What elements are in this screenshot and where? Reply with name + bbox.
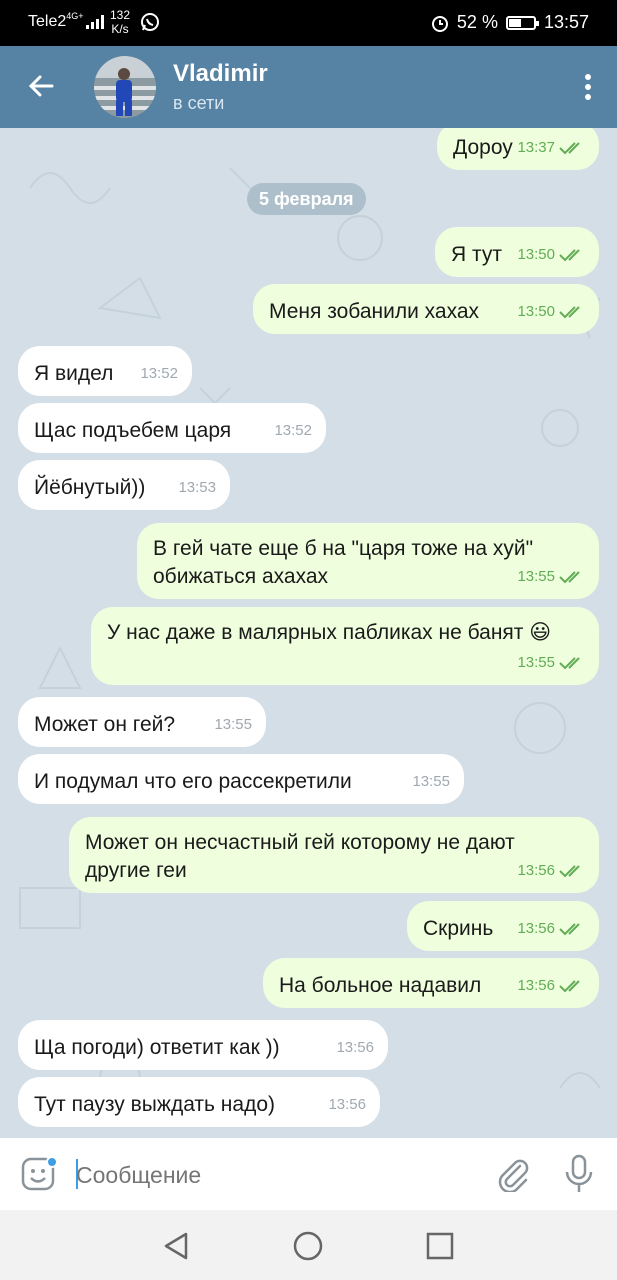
message-meta: 13:53 <box>178 474 216 502</box>
message-incoming[interactable]: Йёбнутый)) 13:53 <box>18 460 230 510</box>
message-incoming[interactable]: Я видел 13:52 <box>18 346 192 396</box>
message-outgoing[interactable]: У нас даже в малярных пабликах не банят … <box>91 607 599 685</box>
message-incoming[interactable]: Ща погоди) ответит как )) 13:56 <box>18 1020 388 1070</box>
message-time: 13:50 <box>517 246 555 263</box>
chat-header: Vladimir в сети <box>0 46 617 128</box>
message-incoming[interactable]: Может он гей? 13:55 <box>18 697 266 747</box>
message-meta: 13:56 <box>517 915 585 943</box>
message-time: 13:53 <box>178 479 216 496</box>
battery-icon <box>505 15 539 30</box>
message-outgoing[interactable]: Скринь 13:56 <box>407 901 599 951</box>
carrier-name: Tele2 <box>28 13 67 30</box>
message-composer <box>0 1138 617 1210</box>
message-text: На больное надавил <box>279 974 482 997</box>
message-input[interactable] <box>76 1160 476 1190</box>
double-check-icon <box>559 980 580 993</box>
message-time: 13:56 <box>336 1039 374 1056</box>
double-check-icon <box>559 142 580 155</box>
contact-name[interactable]: Vladimir <box>173 60 268 88</box>
network-type: 4G+ <box>66 11 84 21</box>
system-indicators: 52 % 13:57 <box>431 12 589 33</box>
message-text: Меня зобанили хахах <box>269 300 480 323</box>
message-text: Ща погоди) ответит как )) <box>34 1036 280 1059</box>
more-options-icon[interactable] <box>583 72 593 102</box>
message-outgoing[interactable]: Меня зобанили хахах 13:50 <box>253 284 599 334</box>
message-meta: 13:52 <box>274 417 312 445</box>
avatar-photo <box>94 56 156 118</box>
message-incoming[interactable]: Тут паузу выждать надо) 13:56 <box>18 1077 380 1127</box>
message-text: Йёбнутый)) <box>34 476 146 499</box>
message-meta: 13:55 <box>412 768 450 796</box>
message-meta: 13:55 <box>214 711 252 739</box>
double-check-icon <box>559 865 580 878</box>
alarm-icon <box>431 15 448 32</box>
message-text: Я видел <box>34 362 114 385</box>
nav-recents-icon[interactable] <box>424 1230 456 1262</box>
message-meta: 13:55 <box>517 649 585 677</box>
message-list[interactable]: Дороу 13:37 5 февраля Я тут 13:50 Меня з… <box>0 128 617 1138</box>
message-meta: 13:56 <box>517 857 585 885</box>
new-sticker-dot <box>46 1156 58 1168</box>
message-text: У нас даже в малярных пабликах не банят … <box>107 621 552 644</box>
message-meta: 13:50 <box>517 298 585 326</box>
message-meta: 13:52 <box>140 360 178 388</box>
date-separator: 5 февраля <box>247 183 366 215</box>
message-incoming[interactable]: И подумал что его рассекретили 13:55 <box>18 754 464 804</box>
message-meta: 13:56 <box>328 1091 366 1119</box>
message-meta: 13:50 <box>517 241 585 269</box>
message-text: Тут паузу выждать надо) <box>34 1093 276 1116</box>
battery-percent: 52 % <box>456 12 498 32</box>
message-text: Может он несчастный гей которому не дают… <box>85 831 515 882</box>
message-text: Может он гей? <box>34 713 176 736</box>
microphone-icon[interactable] <box>564 1154 594 1194</box>
message-meta: 13:56 <box>336 1034 374 1062</box>
carrier-info: Tele2 4G+ <box>28 11 104 31</box>
paperclip-icon[interactable] <box>496 1156 530 1192</box>
clock: 13:57 <box>543 12 589 32</box>
online-status: в сети <box>173 93 225 113</box>
nav-home-icon[interactable] <box>292 1230 324 1262</box>
message-time: 13:56 <box>328 1096 366 1113</box>
double-check-icon <box>559 657 580 670</box>
double-check-icon <box>559 306 580 319</box>
message-text: Щас подъебем царя <box>34 419 232 442</box>
message-time: 13:55 <box>517 654 555 671</box>
message-time: 13:56 <box>517 920 555 937</box>
message-time: 13:55 <box>517 568 555 585</box>
message-incoming[interactable]: Щас подъебем царя 13:52 <box>18 403 326 453</box>
back-arrow-icon[interactable] <box>26 71 56 101</box>
speed-unit: K/s <box>111 22 129 36</box>
message-meta: 13:37 <box>517 134 585 162</box>
message-time: 13:55 <box>412 773 450 790</box>
message-time: 13:50 <box>517 303 555 320</box>
message-outgoing[interactable]: В гей чате еще б на "царя тоже на хуй" о… <box>137 523 599 599</box>
message-outgoing[interactable]: На больное надавил 13:56 <box>263 958 599 1008</box>
status-bar: Tele2 4G+ 132 K/s 52 % 13:57 <box>0 0 617 46</box>
whatsapp-icon <box>141 13 159 31</box>
message-text: Дороу <box>453 136 513 159</box>
message-text: Скринь <box>423 917 494 940</box>
double-check-icon <box>559 571 580 584</box>
message-outgoing[interactable]: Я тут 13:50 <box>435 227 599 277</box>
message-time: 13:56 <box>517 977 555 994</box>
message-time: 13:52 <box>274 422 312 439</box>
double-check-icon <box>559 249 580 262</box>
message-time: 13:55 <box>214 716 252 733</box>
message-time: 13:37 <box>517 139 555 156</box>
message-outgoing[interactable]: Дороу 13:37 <box>437 128 599 170</box>
system-navigation-bar <box>0 1210 617 1280</box>
message-outgoing[interactable]: Может он несчастный гей которому не дают… <box>69 817 599 893</box>
message-time: 13:52 <box>140 365 178 382</box>
nav-back-icon[interactable] <box>160 1230 192 1262</box>
message-text: И подумал что его рассекретили <box>34 770 352 793</box>
network-speed: 132 K/s <box>110 8 130 36</box>
message-meta: 13:55 <box>517 563 585 591</box>
avatar[interactable] <box>94 56 156 118</box>
speed-value: 132 <box>110 8 131 22</box>
double-check-icon <box>559 923 580 936</box>
message-time: 13:56 <box>517 862 555 879</box>
message-meta: 13:56 <box>517 972 585 1000</box>
message-text: Я тут <box>451 243 502 266</box>
signal-icon <box>85 15 104 29</box>
